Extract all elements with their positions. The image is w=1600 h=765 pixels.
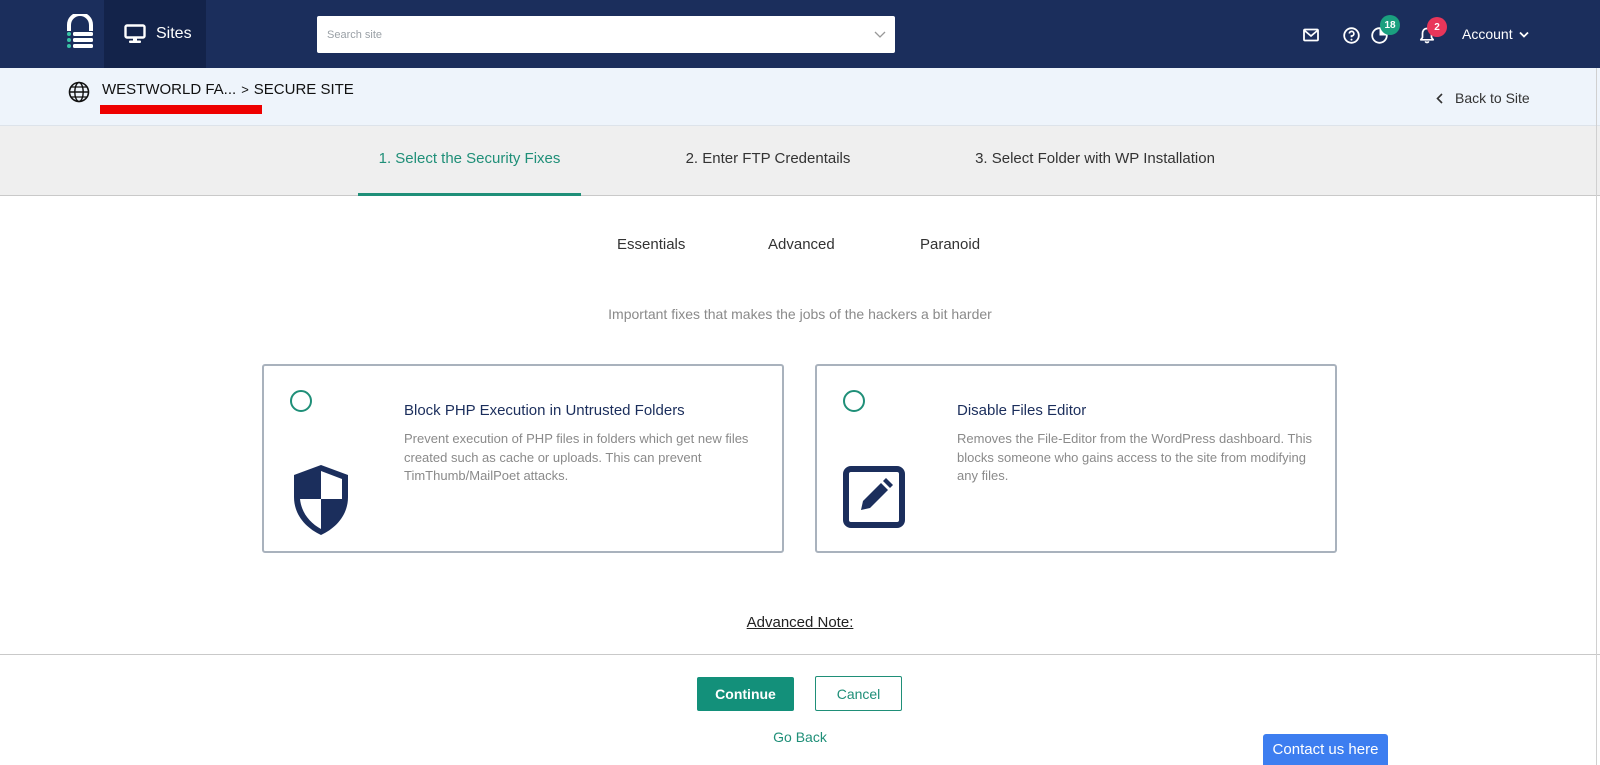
fix-card-disable-files-editor[interactable]: Disable Files Editor Removes the File-Ed… [815, 364, 1337, 553]
mail-icon[interactable] [1300, 24, 1322, 46]
breadcrumb-bar: WESTWORLD FA... > SECURE SITE Back to Si… [0, 68, 1600, 126]
back-to-site-label: Back to Site [1455, 90, 1530, 106]
level-tab-paranoid[interactable]: Paranoid [920, 236, 980, 253]
advanced-note-heading: Advanced Note: [746, 614, 854, 631]
breadcrumb: WESTWORLD FA... > SECURE SITE [102, 81, 354, 98]
fix-radio[interactable] [290, 390, 312, 412]
sites-label: Sites [156, 25, 192, 42]
back-to-site-link[interactable]: Back to Site [1436, 90, 1530, 106]
divider [0, 654, 1600, 655]
fix-description: Prevent execution of PHP files in folder… [404, 431, 749, 483]
chevron-down-icon[interactable] [865, 31, 895, 39]
status-badge: 18 [1380, 15, 1400, 35]
redaction-bar [100, 105, 262, 114]
top-navbar: Sites 18 2 Account [0, 0, 1600, 68]
shield-icon [290, 463, 352, 542]
level-description: Important fixes that makes the jobs of t… [608, 306, 992, 322]
edit-icon [843, 466, 905, 533]
breadcrumb-separator: > [241, 82, 249, 97]
monitor-icon [124, 24, 146, 43]
step-select-wp-folder[interactable]: 3. Select Folder with WP Installation [962, 126, 1228, 196]
level-tab-advanced[interactable]: Advanced [768, 236, 835, 253]
fix-title: Block PHP Execution in Untrusted Folders [404, 402, 685, 419]
notifications-badge: 2 [1427, 17, 1447, 37]
chevron-left-icon [1436, 92, 1443, 104]
breadcrumb-page: SECURE SITE [253, 81, 354, 98]
step-enter-ftp-credentials[interactable]: 2. Enter FTP Credentails [672, 126, 864, 196]
wizard-steps: 1. Select the Security Fixes 2. Enter FT… [0, 126, 1600, 196]
search-input[interactable] [317, 16, 865, 53]
contact-us-button[interactable]: Contact us here [1263, 734, 1388, 765]
fix-description: Removes the File-Editor from the WordPre… [957, 431, 1312, 483]
account-label: Account [1462, 26, 1513, 42]
cancel-button[interactable]: Cancel [815, 676, 902, 711]
globe-icon [68, 81, 90, 103]
chevron-down-icon [1518, 31, 1529, 38]
step-select-security-fixes[interactable]: 1. Select the Security Fixes [358, 126, 581, 196]
level-tab-essentials[interactable]: Essentials [617, 236, 685, 253]
fix-card-block-php[interactable]: Block PHP Execution in Untrusted Folders… [262, 364, 784, 553]
breadcrumb-site[interactable]: WESTWORLD FA... [102, 81, 236, 98]
sites-tab[interactable]: Sites [104, 0, 206, 68]
fix-title: Disable Files Editor [957, 402, 1087, 419]
continue-button[interactable]: Continue [697, 677, 794, 711]
help-icon[interactable] [1340, 24, 1362, 46]
scrollbar-track[interactable] [1596, 68, 1597, 765]
account-menu[interactable]: Account [1462, 26, 1529, 42]
site-search[interactable] [317, 16, 895, 53]
logo-icon[interactable] [64, 12, 96, 52]
fix-radio[interactable] [843, 390, 865, 412]
